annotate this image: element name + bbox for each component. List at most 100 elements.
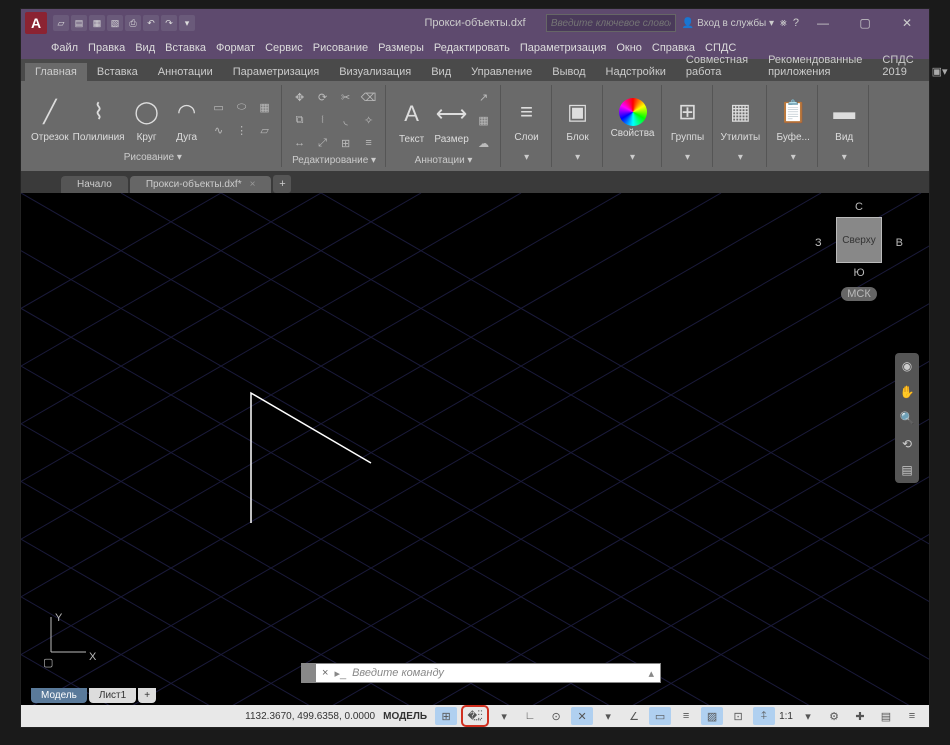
qat-open-icon[interactable]: ▤: [71, 15, 87, 31]
command-line[interactable]: × ▸_ Введите команду ▴: [301, 663, 661, 683]
tool-table-icon[interactable]: ▦: [474, 110, 494, 130]
qat-save-icon[interactable]: ▦: [89, 15, 105, 31]
ribbon-tab-collab[interactable]: Совместная работа: [676, 51, 758, 81]
space-label[interactable]: МОДЕЛЬ: [383, 711, 427, 722]
tool-text[interactable]: AТекст: [394, 96, 430, 145]
tool-array-icon[interactable]: ⊞: [336, 133, 356, 153]
ribbon-tab-featured[interactable]: Рекомендованные приложения: [758, 51, 872, 81]
close-button[interactable]: ✕: [889, 11, 925, 35]
ribbon-tab-view[interactable]: Вид: [421, 63, 461, 81]
units-icon[interactable]: ▤: [875, 707, 897, 725]
transparency-icon[interactable]: ▨: [701, 707, 723, 725]
layout-tab-model[interactable]: Модель: [31, 688, 87, 703]
menu-window[interactable]: Окно: [616, 42, 642, 54]
qat-new-icon[interactable]: ▱: [53, 15, 69, 31]
tool-circle[interactable]: ◯Круг: [129, 94, 165, 143]
tool-clipboard[interactable]: 📋Буфе...: [775, 94, 811, 143]
layout-tab-sheet1[interactable]: Лист1: [89, 688, 136, 703]
ribbon-tab-output[interactable]: Вывод: [542, 63, 595, 81]
grid-display-icon[interactable]: �⵿⋮⋮: [464, 707, 486, 725]
menu-parametric[interactable]: Параметризация: [520, 42, 606, 54]
tool-layers[interactable]: ≡Слои: [509, 94, 545, 143]
panel-draw-title[interactable]: Рисование ▾: [124, 150, 182, 165]
doc-tab-start[interactable]: Начало: [61, 176, 128, 193]
exchange-icon[interactable]: ⨳: [780, 17, 787, 30]
tool-region-icon[interactable]: ▱: [255, 120, 275, 140]
drawing-canvas[interactable]: С З В Сверху Ю МСК ◉ ✋ 🔍 ⟲ ▤ Y X ▢ × ▸_ …: [21, 193, 929, 705]
nav-zoom-icon[interactable]: 🔍: [900, 409, 915, 427]
tool-trim-icon[interactable]: ✂: [336, 87, 356, 107]
tool-copy-icon[interactable]: ⧉: [290, 110, 310, 130]
ribbon-collapse-icon[interactable]: ▣▾: [924, 62, 950, 81]
osnap-icon[interactable]: ∠: [623, 707, 645, 725]
workspace-icon[interactable]: ⚙: [823, 707, 845, 725]
lineweight-icon[interactable]: ≡: [675, 707, 697, 725]
ribbon-tab-manage[interactable]: Управление: [461, 63, 542, 81]
nav-showmotion-icon[interactable]: ▤: [901, 461, 912, 479]
menu-insert[interactable]: Вставка: [165, 42, 206, 54]
minimize-button[interactable]: —: [805, 11, 841, 35]
tool-hatch-icon[interactable]: ▦: [255, 97, 275, 117]
otrack-icon[interactable]: ▭: [649, 707, 671, 725]
cmdline-handle-icon[interactable]: [302, 664, 316, 682]
dropdown-icon[interactable]: ▾: [493, 707, 515, 725]
qat-plot-icon[interactable]: ⎙: [125, 15, 141, 31]
qat-more-icon[interactable]: ▾: [179, 15, 195, 31]
tool-erase-icon[interactable]: ⌫: [359, 87, 379, 107]
qat-redo-icon[interactable]: ↷: [161, 15, 177, 31]
scale-label[interactable]: 1:1: [779, 711, 793, 722]
cmdline-history-icon[interactable]: ▴: [642, 667, 660, 680]
tool-move-icon[interactable]: ✥: [290, 87, 310, 107]
search-input[interactable]: [546, 14, 676, 32]
nav-pan-icon[interactable]: ✋: [900, 383, 915, 401]
menu-format[interactable]: Формат: [216, 42, 255, 54]
menu-draw[interactable]: Рисование: [313, 42, 368, 54]
tool-cloud-icon[interactable]: ☁: [474, 133, 494, 153]
tool-offset-icon[interactable]: ≡: [359, 133, 379, 153]
tool-leader-icon[interactable]: ↗: [474, 87, 494, 107]
ribbon-tab-parametric[interactable]: Параметризация: [223, 63, 329, 81]
wcs-label[interactable]: МСК: [841, 287, 877, 301]
dropdown2-icon[interactable]: ▾: [597, 707, 619, 725]
nav-wheel-icon[interactable]: ◉: [902, 357, 912, 375]
tool-rectangle-icon[interactable]: ▭: [209, 97, 229, 117]
ribbon-tab-visualize[interactable]: Визуализация: [329, 63, 421, 81]
cmdline-close-icon[interactable]: ×: [316, 667, 334, 679]
viewcube-face[interactable]: Сверху: [836, 217, 882, 263]
tool-block[interactable]: ▣Блок: [560, 94, 596, 143]
cycling-icon[interactable]: ⊡: [727, 707, 749, 725]
tool-spline-icon[interactable]: ∿: [209, 120, 229, 140]
close-tab-icon[interactable]: ×: [250, 179, 256, 190]
help-icon[interactable]: ?: [793, 17, 799, 29]
doc-tab-current[interactable]: Прокси-объекты.dxf*×: [130, 176, 272, 193]
panel-modify-title[interactable]: Редактирование ▾: [292, 153, 376, 168]
annoscale-icon[interactable]: ⍏: [753, 707, 775, 725]
tool-properties[interactable]: Свойства: [611, 98, 655, 139]
ribbon-tab-spds[interactable]: СПДС 2019: [872, 51, 923, 81]
ribbon-tab-annotate[interactable]: Аннотации: [148, 63, 223, 81]
app-logo[interactable]: A: [25, 12, 47, 34]
menu-file[interactable]: Файл: [51, 42, 78, 54]
tool-fillet-icon[interactable]: ◟: [336, 110, 356, 130]
menu-edit[interactable]: Правка: [88, 42, 125, 54]
tool-dimension[interactable]: ⟷Размер: [434, 96, 470, 145]
tool-utilities[interactable]: ▦Утилиты: [721, 94, 761, 143]
nav-orbit-icon[interactable]: ⟲: [902, 435, 912, 453]
tool-scale-icon[interactable]: ⤢: [313, 133, 333, 153]
panel-annot-title[interactable]: Аннотации ▾: [415, 153, 473, 168]
qat-saveas-icon[interactable]: ▧: [107, 15, 123, 31]
snap-mode-icon[interactable]: ⊞: [435, 707, 457, 725]
ribbon-tab-insert[interactable]: Вставка: [87, 63, 148, 81]
menu-tools[interactable]: Сервис: [265, 42, 303, 54]
add-tab-button[interactable]: +: [273, 175, 291, 193]
tool-view[interactable]: ▬Вид: [826, 94, 862, 143]
cmdline-input[interactable]: Введите команду: [346, 667, 450, 679]
isodraft-icon[interactable]: ✕: [571, 707, 593, 725]
maximize-button[interactable]: ▢: [847, 11, 883, 35]
scale-dropdown-icon[interactable]: ▾: [797, 707, 819, 725]
tool-arc[interactable]: ◠Дуга: [169, 94, 205, 143]
ribbon-tab-home[interactable]: Главная: [25, 63, 87, 81]
tool-point-icon[interactable]: ⋮: [232, 120, 252, 140]
qat-undo-icon[interactable]: ↶: [143, 15, 159, 31]
tool-rotate-icon[interactable]: ⟳: [313, 87, 333, 107]
